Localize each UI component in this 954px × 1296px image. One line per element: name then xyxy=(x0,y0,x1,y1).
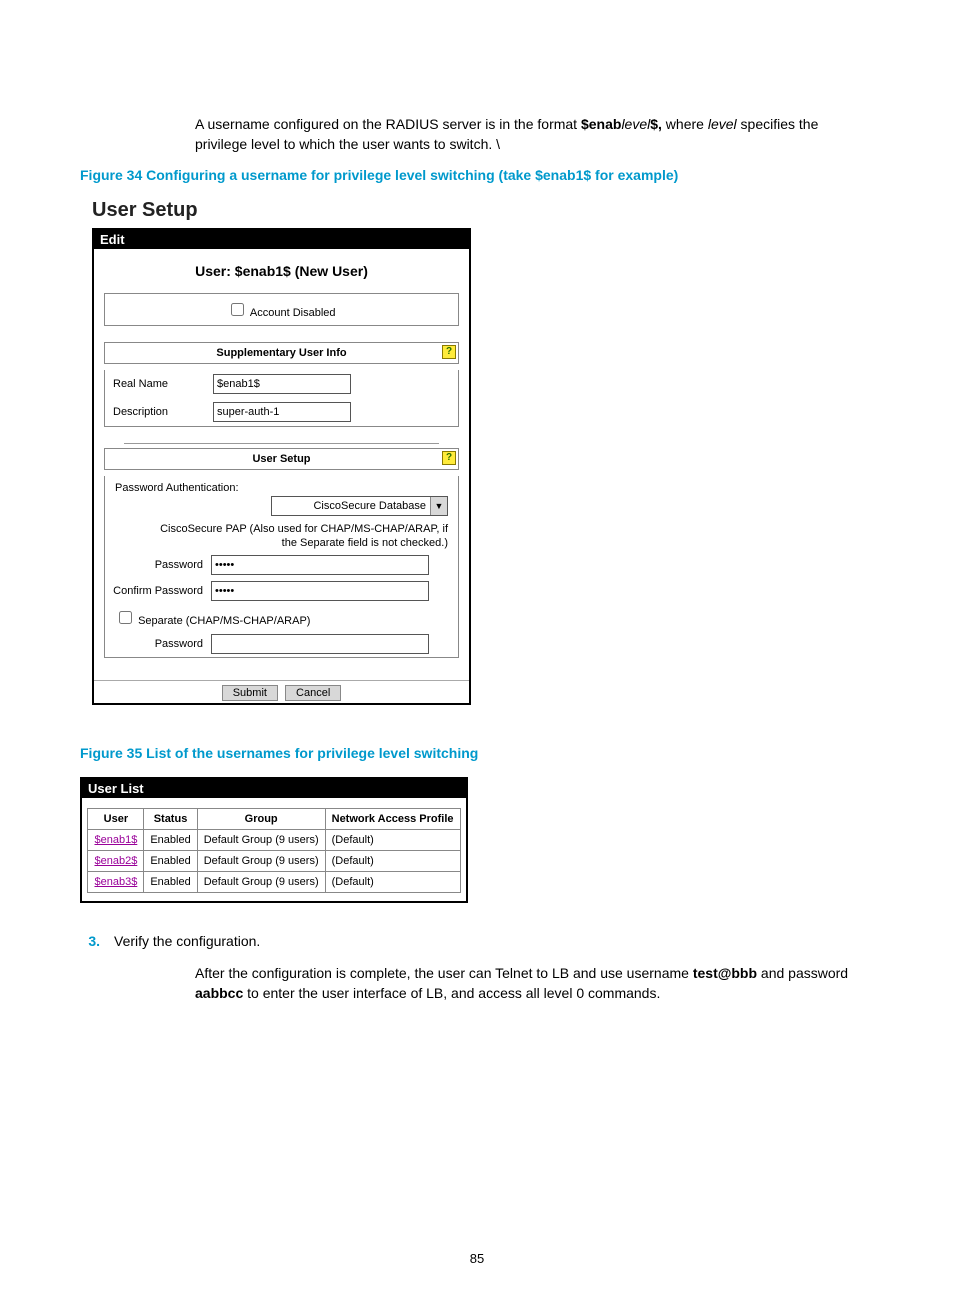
account-disabled-box: Account Disabled xyxy=(104,293,459,326)
col-status: Status xyxy=(144,809,197,830)
pw-auth-select[interactable]: CiscoSecure Database ▼ xyxy=(271,496,448,516)
text-bold: test@bbb xyxy=(693,965,757,981)
cell-group: Default Group (9 users) xyxy=(197,830,325,851)
col-user: User xyxy=(88,809,144,830)
help-icon[interactable]: ? xyxy=(442,345,456,359)
description-label: Description xyxy=(113,406,203,418)
description-input[interactable] xyxy=(213,402,351,422)
text-bold: aabbcc xyxy=(195,985,243,1001)
step-3-paragraph: After the configuration is complete, the… xyxy=(195,963,874,1004)
user-setup-panel: Edit User: $enab1$ (New User) Account Di… xyxy=(92,228,471,706)
real-name-label: Real Name xyxy=(113,378,203,390)
col-group: Group xyxy=(197,809,325,830)
separate-checkbox[interactable] xyxy=(119,611,132,624)
separate-label: Separate (CHAP/MS-CHAP/ARAP) xyxy=(138,615,310,627)
text-bold: $enab xyxy=(581,116,621,132)
cell-user: $enab1$ xyxy=(88,830,144,851)
cell-user: $enab3$ xyxy=(88,872,144,893)
text-bold: $, xyxy=(650,116,662,132)
help-icon[interactable]: ? xyxy=(442,451,456,465)
section-header-text: Supplementary User Info xyxy=(216,347,346,359)
cell-nap: (Default) xyxy=(325,851,460,872)
table-header-row: User Status Group Network Access Profile xyxy=(88,809,460,830)
figure-34-caption: Figure 34 Configuring a username for pri… xyxy=(80,167,874,183)
step-text: Verify the configuration. xyxy=(114,933,260,949)
cell-nap: (Default) xyxy=(325,872,460,893)
text: to enter the user interface of LB, and a… xyxy=(243,985,660,1001)
cell-nap: (Default) xyxy=(325,830,460,851)
divider xyxy=(124,443,439,444)
text-italic: level xyxy=(621,116,650,132)
step-3: 3. Verify the configuration. xyxy=(80,933,874,949)
user-heading: User: $enab1$ (New User) xyxy=(104,263,459,279)
button-row: Submit Cancel xyxy=(94,680,469,703)
separate-password-label: Password xyxy=(113,638,211,650)
account-disabled-checkbox[interactable] xyxy=(231,303,244,316)
supplementary-info-box: Real Name Description xyxy=(104,370,459,427)
text: A username configured on the RADIUS serv… xyxy=(195,116,581,132)
submit-button[interactable]: Submit xyxy=(222,685,278,701)
col-nap: Network Access Profile xyxy=(325,809,460,830)
section-header-text: User Setup xyxy=(252,453,310,465)
user-link[interactable]: $enab2$ xyxy=(94,855,137,867)
text: where xyxy=(662,116,708,132)
table-row: $enab3$ EnabledDefault Group (9 users)(De… xyxy=(88,872,460,893)
cell-status: Enabled xyxy=(144,851,197,872)
cell-group: Default Group (9 users) xyxy=(197,872,325,893)
password-label: Password xyxy=(113,559,211,571)
text: and password xyxy=(757,965,848,981)
user-setup-subheader: User Setup ? xyxy=(104,448,459,470)
cell-group: Default Group (9 users) xyxy=(197,851,325,872)
user-list-panel: User List User Status Group Network Acce… xyxy=(80,777,468,903)
table-row: $enab2$ EnabledDefault Group (9 users)(De… xyxy=(88,851,460,872)
user-link[interactable]: $enab3$ xyxy=(94,876,137,888)
text-italic: level xyxy=(708,116,737,132)
cancel-button[interactable]: Cancel xyxy=(285,685,341,701)
chevron-down-icon: ▼ xyxy=(430,497,447,515)
cell-user: $enab2$ xyxy=(88,851,144,872)
edit-bar: Edit xyxy=(94,230,469,249)
user-link[interactable]: $enab1$ xyxy=(94,834,137,846)
password-input[interactable] xyxy=(211,555,429,575)
account-disabled-label: Account Disabled xyxy=(250,307,336,319)
real-name-input[interactable] xyxy=(213,374,351,394)
cell-status: Enabled xyxy=(144,872,197,893)
user-setup-title: User Setup xyxy=(92,199,874,222)
separate-password-input[interactable] xyxy=(211,634,429,654)
user-list-header: User List xyxy=(82,779,466,798)
cell-status: Enabled xyxy=(144,830,197,851)
confirm-password-label: Confirm Password xyxy=(113,585,211,597)
confirm-password-input[interactable] xyxy=(211,581,429,601)
text: After the configuration is complete, the… xyxy=(195,965,693,981)
step-number: 3. xyxy=(80,933,100,949)
user-list-table: User Status Group Network Access Profile… xyxy=(87,808,460,893)
figure-35-caption: Figure 35 List of the usernames for priv… xyxy=(80,745,874,761)
table-row: $enab1$ EnabledDefault Group (9 users)(De… xyxy=(88,830,460,851)
intro-paragraph: A username configured on the RADIUS serv… xyxy=(195,114,874,155)
user-setup-box: Password Authentication: CiscoSecure Dat… xyxy=(104,476,459,659)
pap-note: CiscoSecure PAP (Also used for CHAP/MS-C… xyxy=(105,520,458,553)
select-value: CiscoSecure Database xyxy=(272,497,430,515)
supplementary-info-header: Supplementary User Info ? xyxy=(104,342,459,364)
page-number: 85 xyxy=(0,1251,954,1266)
pw-auth-label: Password Authentication: xyxy=(105,476,458,496)
